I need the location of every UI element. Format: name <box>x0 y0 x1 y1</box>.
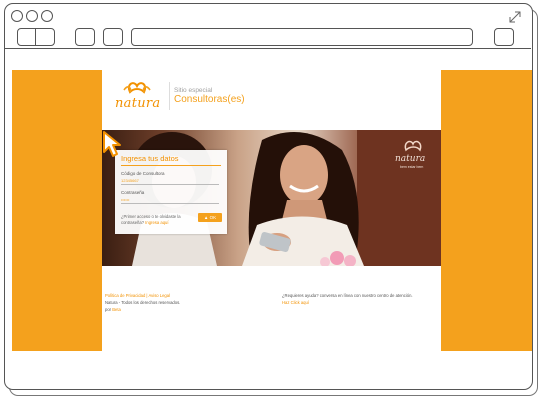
toolbar-divider <box>4 48 531 49</box>
cursor-arrow-icon <box>103 131 121 157</box>
reload-button[interactable] <box>75 28 95 46</box>
ok-button[interactable]: ▲ OK <box>198 213 222 222</box>
login-box: Ingresa tus datos Código de Consultora C… <box>115 150 227 234</box>
ok-user-icon: ▲ <box>203 215 209 220</box>
login-title: Ingresa tus datos <box>121 154 179 163</box>
hero-natura-tagline: bem estar bem <box>400 165 424 169</box>
page-viewport: natura Sitio especial Consultoras(es) na… <box>12 70 532 351</box>
natura-logo-text[interactable]: natura <box>115 96 161 111</box>
menu-button[interactable] <box>494 28 514 46</box>
window-maximize-dot[interactable] <box>41 10 53 22</box>
header-separator <box>169 82 170 110</box>
password-label: Contraseña <box>121 190 145 195</box>
credit-prefix: por <box>105 307 112 312</box>
code-input[interactable] <box>121 177 219 185</box>
right-orange-panel <box>441 70 532 351</box>
hero-natura-flower-icon <box>404 140 422 152</box>
expand-icon[interactable] <box>508 10 522 24</box>
help-text: ¿Requieres ayuda? conversa en línea con … <box>282 293 413 298</box>
site-content: natura Sitio especial Consultoras(es) na… <box>102 70 441 351</box>
tagline-small: Sitio especial <box>174 87 213 94</box>
first-access-link[interactable]: Ingresa aquí <box>145 220 168 225</box>
credit-line: por Beta <box>105 306 180 313</box>
window-minimize-dot[interactable] <box>26 10 38 22</box>
code-label: Código de Consultora <box>121 171 165 176</box>
footer-right: ¿Requieres ayuda? conversa en línea con … <box>282 292 413 306</box>
left-orange-panel <box>12 70 102 351</box>
login-title-underline <box>121 165 221 166</box>
home-button[interactable] <box>103 28 123 46</box>
hero-natura-text: natura <box>395 154 426 164</box>
address-bar[interactable] <box>131 28 473 46</box>
privacy-link[interactable]: Política de Privacidad | Aviso Legal <box>105 292 180 299</box>
first-access-text: ¿Primer acceso o te olvidaste la contras… <box>121 214 201 226</box>
footer-left: Política de Privacidad | Aviso Legal Nat… <box>105 292 180 313</box>
password-input[interactable] <box>121 196 219 204</box>
window-close-dot[interactable] <box>11 10 23 22</box>
back-forward-buttons[interactable] <box>17 28 55 46</box>
credit-link[interactable]: Beta <box>112 307 121 312</box>
help-link[interactable]: Haz Click aquí <box>282 299 413 306</box>
hero-banner: natura bem estar bem Ingresa tus datos C… <box>102 130 441 266</box>
tagline-consultoras: Consultoras(es) <box>174 94 245 105</box>
rights-text: Natura - Todos los derechos reservados. <box>105 300 181 305</box>
ok-button-label: OK <box>209 215 217 220</box>
